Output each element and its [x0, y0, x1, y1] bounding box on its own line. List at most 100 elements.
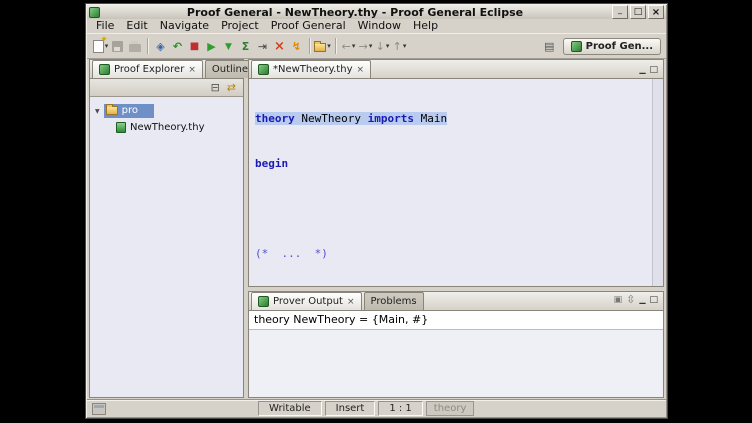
- save-button[interactable]: [109, 37, 126, 55]
- perspective-switcher[interactable]: Proof Gen...: [563, 38, 661, 55]
- panel-buttons: [639, 66, 661, 78]
- tab-label: Proof Explorer: [114, 64, 184, 75]
- expander-icon[interactable]: [95, 105, 100, 116]
- link-editor-icon[interactable]: [227, 82, 236, 93]
- perspective-bar: Proof Gen...: [541, 37, 661, 55]
- open-proof-button[interactable]: [152, 37, 169, 55]
- console-panel: Prover Output Problems theory NewTheory …: [248, 291, 664, 398]
- start-prover-button[interactable]: [203, 37, 220, 55]
- open-perspective-button[interactable]: [541, 37, 558, 55]
- minimize-view-icon[interactable]: [639, 296, 645, 304]
- perspective-icon: [544, 41, 554, 52]
- back-icon: [342, 41, 351, 52]
- tab-prover-output[interactable]: Prover Output: [251, 292, 362, 310]
- tab-label: Outline: [212, 64, 248, 75]
- code-line-1[interactable]: theory NewTheory imports Main: [255, 111, 663, 126]
- menu-help[interactable]: Help: [407, 19, 444, 33]
- interrupt-icon: [274, 41, 285, 52]
- chevron-down-icon: ▾: [369, 42, 373, 50]
- new-wizard-icon: [93, 40, 104, 53]
- code-identifier: NewTheory: [295, 112, 368, 125]
- last-edit-icon: [376, 41, 385, 52]
- chevron-down-icon: ▾: [403, 42, 407, 50]
- code-keyword: begin: [255, 157, 288, 170]
- status-caret-position: 1 : 1: [378, 401, 422, 416]
- tab-newtheory[interactable]: *NewTheory.thy: [251, 60, 371, 78]
- forward-button[interactable]: ▾: [357, 37, 374, 55]
- maximize-view-icon[interactable]: [649, 296, 658, 304]
- menu-navigate[interactable]: Navigate: [154, 19, 215, 33]
- prover-output-icon: [258, 296, 269, 307]
- last-edit-button[interactable]: ▾: [374, 37, 391, 55]
- next-annotation-icon: [393, 41, 402, 52]
- print-button[interactable]: [126, 37, 143, 55]
- goto-end-button[interactable]: [254, 37, 271, 55]
- open-definition-button[interactable]: ▾: [314, 37, 331, 55]
- undo-all-button[interactable]: [169, 37, 186, 55]
- chevron-down-icon: ▾: [327, 42, 331, 50]
- menu-edit[interactable]: Edit: [120, 19, 153, 33]
- chevron-down-icon: ▾: [352, 42, 356, 50]
- minimize-view-icon[interactable]: [639, 66, 645, 74]
- explorer-toolbar: [90, 79, 243, 97]
- start-prover-icon: [207, 41, 215, 52]
- editor-panel: *NewTheory.thy theory NewTheory imports …: [248, 59, 664, 287]
- tab-label: Problems: [371, 296, 417, 307]
- close-button[interactable]: [648, 5, 664, 19]
- stop-prover-button[interactable]: [186, 37, 203, 55]
- menu-bar: File Edit Navigate Project Proof General…: [87, 19, 666, 33]
- save-icon: [112, 41, 123, 52]
- fast-view-icon[interactable]: [92, 403, 106, 415]
- menu-proof-general[interactable]: Proof General: [265, 19, 352, 33]
- tree-item-label: NewTheory.thy: [130, 122, 205, 133]
- code-line-3[interactable]: [255, 201, 663, 216]
- close-icon[interactable]: [347, 296, 355, 307]
- main-toolbar: ▾ ▾ ▾ ▾ ▾ ▾ Proof Gen...: [87, 33, 666, 59]
- tab-proof-explorer[interactable]: Proof Explorer: [92, 60, 203, 78]
- panel-buttons: [614, 293, 661, 310]
- tree-selection[interactable]: pro: [104, 104, 154, 118]
- next-annotation-button[interactable]: ▾: [391, 37, 408, 55]
- editor-content[interactable]: theory NewTheory imports Main begin (* .…: [249, 79, 663, 286]
- back-button[interactable]: ▾: [340, 37, 357, 55]
- step-forward-icon: [225, 40, 232, 53]
- tree-item-theory-file[interactable]: NewTheory.thy: [90, 119, 243, 136]
- status-insert-mode: Insert: [325, 401, 376, 416]
- title-bar[interactable]: Proof General - NewTheory.thy - Proof Ge…: [87, 5, 666, 19]
- proof-general-perspective-icon: [571, 41, 582, 52]
- new-wizard-button[interactable]: ▾: [92, 37, 109, 55]
- collapse-all-icon[interactable]: [211, 82, 220, 93]
- close-icon[interactable]: [357, 64, 365, 75]
- code-identifier: Main: [414, 112, 447, 125]
- scroll-lock-icon[interactable]: [626, 294, 635, 305]
- menu-file[interactable]: File: [90, 19, 120, 33]
- explorer-tab-row: Proof Explorer Outline: [90, 60, 243, 79]
- window-icon: [89, 7, 100, 18]
- code-keyword: theory: [255, 112, 295, 125]
- prover-output-content[interactable]: theory NewTheory = {Main, #}: [249, 311, 663, 397]
- toolbar-separator: [147, 38, 148, 54]
- maximize-button[interactable]: [630, 5, 646, 19]
- goto-end-icon: [258, 41, 267, 52]
- processed-region: theory NewTheory imports Main: [255, 112, 447, 125]
- restart-button[interactable]: [288, 37, 305, 55]
- editor-code[interactable]: theory NewTheory imports Main begin (* .…: [249, 79, 663, 286]
- close-icon[interactable]: [188, 64, 196, 75]
- code-line-4[interactable]: (* ... *): [255, 246, 663, 261]
- menu-project[interactable]: Project: [215, 19, 265, 33]
- code-comment: (* ... *): [255, 247, 328, 260]
- project-tree[interactable]: pro NewTheory.thy: [90, 97, 243, 397]
- tab-problems[interactable]: Problems: [364, 292, 424, 310]
- tree-item-project[interactable]: pro: [90, 102, 243, 119]
- interrupt-button[interactable]: [271, 37, 288, 55]
- editor-tab-row: *NewTheory.thy: [249, 60, 663, 79]
- maximize-view-icon[interactable]: [649, 66, 658, 74]
- open-definition-icon: [314, 43, 326, 52]
- code-line-2[interactable]: begin: [255, 156, 663, 171]
- minimize-button[interactable]: [612, 5, 628, 19]
- restart-icon: [292, 41, 301, 52]
- step-forward-button[interactable]: [220, 37, 237, 55]
- process-all-button[interactable]: [237, 37, 254, 55]
- menu-window[interactable]: Window: [352, 19, 407, 33]
- pin-console-icon[interactable]: [614, 293, 623, 306]
